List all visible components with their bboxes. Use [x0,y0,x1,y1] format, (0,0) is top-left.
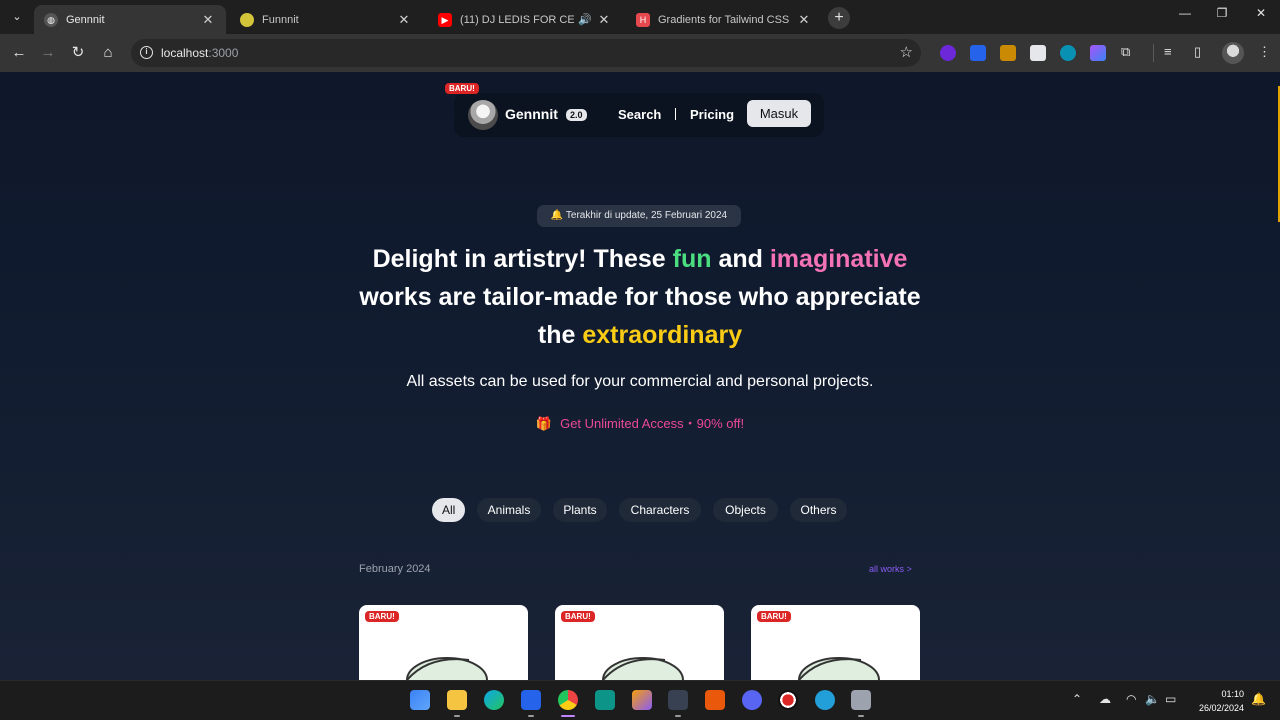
bookmark-star-icon[interactable]: ☆ [900,43,913,61]
tab-gennnit[interactable]: ◍ Gennnit ✕ [34,5,226,34]
hero-subtext: All assets can be used for your commerci… [406,373,874,390]
start-icon[interactable] [410,690,430,710]
home-icon[interactable]: ⌂ [97,42,119,64]
artwork-card[interactable]: BARU! [359,605,528,680]
nav-pricing-link[interactable]: Pricing [690,107,734,122]
battery-icon[interactable]: ▭ [1165,692,1176,706]
promo-text[interactable]: Get Unlimited Access・90% off! [560,416,744,431]
tab-search-button[interactable]: ⌄ [6,6,28,28]
xampp-icon[interactable] [705,690,725,710]
page-viewport: BARU! Gennnit 2.0 Search Pricing Masuk 🔔… [0,72,1280,680]
close-icon[interactable]: ✕ [796,12,812,28]
tab-funnnit[interactable]: Funnnit ✕ [230,5,422,34]
artwork-card[interactable]: BARU! [555,605,724,680]
window-close-icon[interactable]: ✕ [1249,6,1273,20]
tab-hypercolor[interactable]: H Gradients for Tailwind CSS | Hyp ✕ [626,5,822,34]
taskbar: ⌃ ☁ ◠ 🔈 ▭ 01:10 26/02/2024 🔔 [0,680,1280,720]
vscode-icon[interactable] [521,690,541,710]
notification-bell-icon[interactable]: 🔔 [1251,692,1266,706]
login-button[interactable]: Masuk [747,100,811,127]
system-clock[interactable]: 01:10 26/02/2024 [1192,687,1244,715]
filter-chip-plants[interactable]: Plants [553,498,607,522]
artwork-card[interactable]: BARU! [751,605,920,680]
brand-name[interactable]: Gennnit [505,106,558,122]
maximize-icon[interactable]: ❐ [1210,6,1234,20]
speaker-icon[interactable]: 🔊 [578,13,592,26]
youtube-icon: ▶ [438,12,452,27]
chevron-up-icon[interactable]: ⌃ [1072,692,1082,706]
back-icon[interactable]: ← [8,42,30,64]
extension-icon[interactable] [1030,45,1046,61]
gift-icon: 🎁 [535,416,553,431]
extension-icon[interactable] [970,45,986,61]
tab-title: Gennnit [66,13,105,26]
app-icon[interactable] [632,690,652,710]
extension-icon[interactable] [1090,45,1106,61]
globe-icon: ◍ [44,12,58,27]
version-badge: 2.0 [566,109,587,121]
running-indicator [528,715,534,717]
tab-youtube[interactable]: ▶ (11) DJ LEDIS FOR CEHEP X 🔊 ✕ [428,5,622,34]
volume-icon[interactable]: 🔈 [1145,692,1160,706]
close-icon[interactable]: ✕ [396,12,412,28]
forward-icon[interactable]: → [37,42,59,64]
browser-toolbar: ← → ↻ ⌂ i localhost:3000 ☆ ⧉ ≡ ▯ ⋮ [0,34,1280,72]
extension-icon[interactable] [940,45,956,61]
puzzle-icon[interactable]: ⧉ [1121,44,1130,60]
reload-icon[interactable]: ↻ [67,42,89,64]
url-text: localhost:3000 [161,46,239,60]
filter-chip-animals[interactable]: Animals [477,498,541,522]
brand-logo[interactable] [468,100,498,130]
tab-title: Gradients for Tailwind CSS | Hyp [658,13,792,26]
funnnit-favicon-icon [240,12,254,27]
more-menu-icon[interactable]: ⋮ [1258,44,1271,60]
new-badge: BARU! [757,611,791,622]
minimize-icon[interactable]: — [1173,6,1197,20]
nav-search-link[interactable]: Search [618,107,661,122]
media-control-icon[interactable]: ≡ [1164,44,1172,59]
site-info-icon[interactable]: i [140,46,153,59]
filter-chip-characters[interactable]: Characters [619,498,701,522]
promo-link[interactable]: 🎁 Get Unlimited Access・90% off! [340,413,940,432]
extension-icon[interactable] [1000,45,1016,61]
running-indicator [675,715,681,717]
new-tab-button[interactable]: + [828,7,850,29]
nav-divider [675,108,676,120]
tab-strip: ⌄ ◍ Gennnit ✕ Funnnit ✕ ▶ (11) DJ LEDIS … [0,0,1280,34]
edge-icon[interactable] [484,690,504,710]
hero-headline: Delight in artistry! These fun and imagi… [359,245,921,349]
close-icon[interactable]: ✕ [596,12,612,28]
section-title: February 2024 [359,563,431,575]
all-works-link[interactable]: all works > [869,564,912,574]
active-indicator [561,715,575,717]
running-indicator [454,715,460,717]
new-badge: BARU! [445,83,479,94]
tab-title: Funnnit [262,13,299,26]
update-notice: 🔔 Terakhir di update, 25 Februari 2024 [537,205,741,227]
terminal-icon[interactable] [668,690,688,710]
side-panel-icon[interactable]: ▯ [1194,44,1201,60]
cloud-offline-icon[interactable]: ☁ [1099,692,1111,706]
extension-icon[interactable] [1060,45,1076,61]
arduino-icon[interactable] [595,690,615,710]
toolbar-divider [1153,44,1154,62]
filter-chip-others[interactable]: Others [790,498,847,522]
new-badge: BARU! [365,611,399,622]
discord-icon[interactable] [742,690,762,710]
file-explorer-icon[interactable] [447,690,467,710]
running-indicator [858,715,864,717]
wifi-icon[interactable]: ◠ [1126,692,1136,706]
address-bar[interactable]: i localhost:3000 ☆ [131,39,921,67]
hypercolor-favicon-icon: H [636,12,650,27]
filter-chip-objects[interactable]: Objects [713,498,778,522]
task-manager-icon[interactable] [851,690,871,710]
record-icon[interactable] [778,690,798,710]
profile-avatar[interactable] [1222,42,1244,64]
new-badge: BARU! [561,611,595,622]
tab-title: (11) DJ LEDIS FOR CEHEP X [460,13,575,26]
close-icon[interactable]: ✕ [200,12,216,28]
filter-chip-all[interactable]: All [432,498,465,522]
chrome-icon[interactable] [558,690,578,710]
telegram-icon[interactable] [815,690,835,710]
